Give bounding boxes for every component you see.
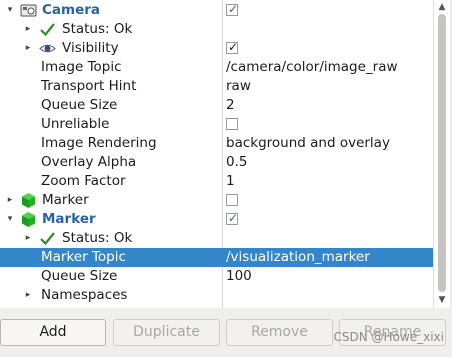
marker-queue-size-label: Queue Size xyxy=(41,268,118,284)
namespaces-label: Namespaces xyxy=(41,287,128,303)
duplicate-button[interactable]: Duplicate xyxy=(113,319,220,346)
tree-row-camera-status[interactable]: ▸ Status: Ok xyxy=(0,20,433,39)
green-cube-icon xyxy=(22,193,35,208)
transport-hint-value[interactable]: raw xyxy=(226,77,251,96)
tree-row-image-rendering[interactable]: Image Rendering background and overlay xyxy=(0,134,433,153)
image-rendering-label: Image Rendering xyxy=(41,135,157,151)
scroll-down-arrow-icon[interactable]: ▼ xyxy=(434,293,450,307)
marker-topic-value[interactable]: /visualization_marker xyxy=(226,248,370,267)
marker-2-label: Marker xyxy=(42,211,96,227)
displays-tree: ▾ Camera ✓ ▸ Status: Ok ▸ Visibility ✓ I… xyxy=(0,0,433,308)
tree-row-marker-topic[interactable]: Marker Topic /visualization_marker xyxy=(0,248,433,267)
marker-2-checkbox[interactable]: ✓ xyxy=(226,211,239,225)
queue-size-value[interactable]: 2 xyxy=(226,96,235,115)
scrollbar-thumb[interactable] xyxy=(438,14,446,292)
camera-icon xyxy=(20,4,37,17)
eye-icon xyxy=(39,44,56,53)
camera-label: Camera xyxy=(42,2,101,18)
tree-row-visibility[interactable]: ▸ Visibility ✓ xyxy=(0,39,433,58)
tree-row-unreliable[interactable]: Unreliable xyxy=(0,115,433,134)
expand-arrow-icon[interactable]: ▸ xyxy=(23,39,33,58)
transport-hint-label: Transport Hint xyxy=(41,78,137,94)
tree-row-namespaces[interactable]: ▸ Namespaces xyxy=(0,286,433,305)
tree-row-marker-1[interactable]: ▸ Marker xyxy=(0,191,433,210)
collapse-arrow-icon[interactable]: ▾ xyxy=(5,210,15,229)
camera-enabled-checkbox[interactable]: ✓ xyxy=(226,2,239,16)
expand-arrow-icon[interactable]: ▸ xyxy=(23,20,33,39)
queue-size-label: Queue Size xyxy=(41,97,118,113)
marker-status-label: Status: Ok xyxy=(62,230,133,246)
tree-row-marker-queue-size[interactable]: Queue Size 100 xyxy=(0,267,433,286)
vertical-scrollbar[interactable]: ▲ ▼ xyxy=(433,0,450,308)
image-rendering-value[interactable]: background and overlay xyxy=(226,134,390,153)
remove-button[interactable]: Remove xyxy=(226,319,333,346)
expand-arrow-icon[interactable]: ▸ xyxy=(5,191,15,210)
check-icon: ✓ xyxy=(228,2,239,16)
tree-row-image-topic[interactable]: Image Topic /camera/color/image_raw xyxy=(0,58,433,77)
tree-row-overlay-alpha[interactable]: Overlay Alpha 0.5 xyxy=(0,153,433,172)
scroll-up-arrow-icon[interactable]: ▲ xyxy=(434,0,450,14)
expand-arrow-icon[interactable]: ▸ xyxy=(23,229,33,248)
zoom-factor-label: Zoom Factor xyxy=(41,173,126,189)
checkmark-icon xyxy=(40,23,55,37)
checkmark-icon xyxy=(40,232,55,246)
image-topic-value[interactable]: /camera/color/image_raw xyxy=(226,58,398,77)
watermark: CSDN @Howe_xixi xyxy=(333,330,444,344)
collapse-arrow-icon[interactable]: ▾ xyxy=(5,1,15,20)
unreliable-label: Unreliable xyxy=(41,116,110,132)
marker-1-label: Marker xyxy=(42,192,89,208)
expand-arrow-icon[interactable]: ▸ xyxy=(23,286,33,305)
tree-row-zoom-factor[interactable]: Zoom Factor 1 xyxy=(0,172,433,191)
visibility-label: Visibility xyxy=(62,40,119,56)
tree-row-transport-hint[interactable]: Transport Hint raw xyxy=(0,77,433,96)
unreliable-checkbox[interactable] xyxy=(226,118,238,130)
marker-queue-size-value[interactable]: 100 xyxy=(226,267,252,286)
visibility-checkbox[interactable]: ✓ xyxy=(226,40,239,54)
check-icon: ✓ xyxy=(228,211,239,225)
tree-row-queue-size[interactable]: Queue Size 2 xyxy=(0,96,433,115)
zoom-factor-value[interactable]: 1 xyxy=(226,172,235,191)
overlay-alpha-value[interactable]: 0.5 xyxy=(226,153,247,172)
tree-row-camera[interactable]: ▾ Camera ✓ xyxy=(0,1,433,20)
tree-row-marker-status[interactable]: ▸ Status: Ok xyxy=(0,229,433,248)
camera-status-label: Status: Ok xyxy=(62,21,133,37)
overlay-alpha-label: Overlay Alpha xyxy=(41,154,137,170)
marker-1-checkbox[interactable] xyxy=(226,194,238,206)
marker-topic-label: Marker Topic xyxy=(41,249,126,265)
add-button[interactable]: Add xyxy=(0,319,106,346)
green-cube-icon xyxy=(22,212,35,227)
tree-row-marker-2[interactable]: ▾ Marker ✓ xyxy=(0,210,433,229)
image-topic-label: Image Topic xyxy=(41,59,122,75)
check-icon: ✓ xyxy=(228,40,239,54)
